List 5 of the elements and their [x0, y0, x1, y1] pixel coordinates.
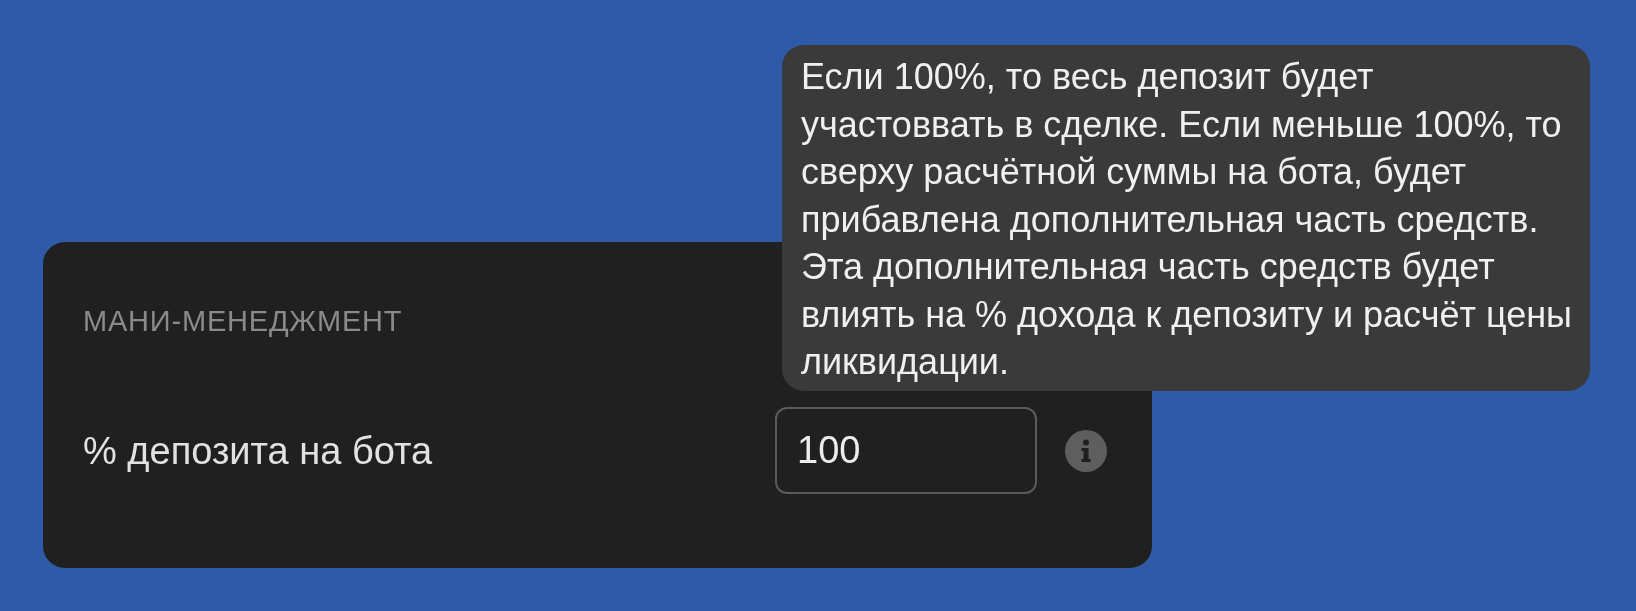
section-title: МАНИ-МЕНЕДЖМЕНТ — [83, 305, 403, 337]
info-icon[interactable] — [1065, 429, 1107, 472]
deposit-percent-input[interactable]: 100 — [775, 407, 1037, 494]
tooltip-text: Если 100%, то весь депозит будет участоввать в сделке. Если меньше 100%, то сверху расчётной суммы на бота, будет прибавлена дополнительная часть средств. Эта дополнительная часть средств будет влиять на % дохода к депозиту и расчёт цены ликвидации. — [801, 55, 1573, 384]
field-label: % депозита на бота — [83, 428, 433, 474]
